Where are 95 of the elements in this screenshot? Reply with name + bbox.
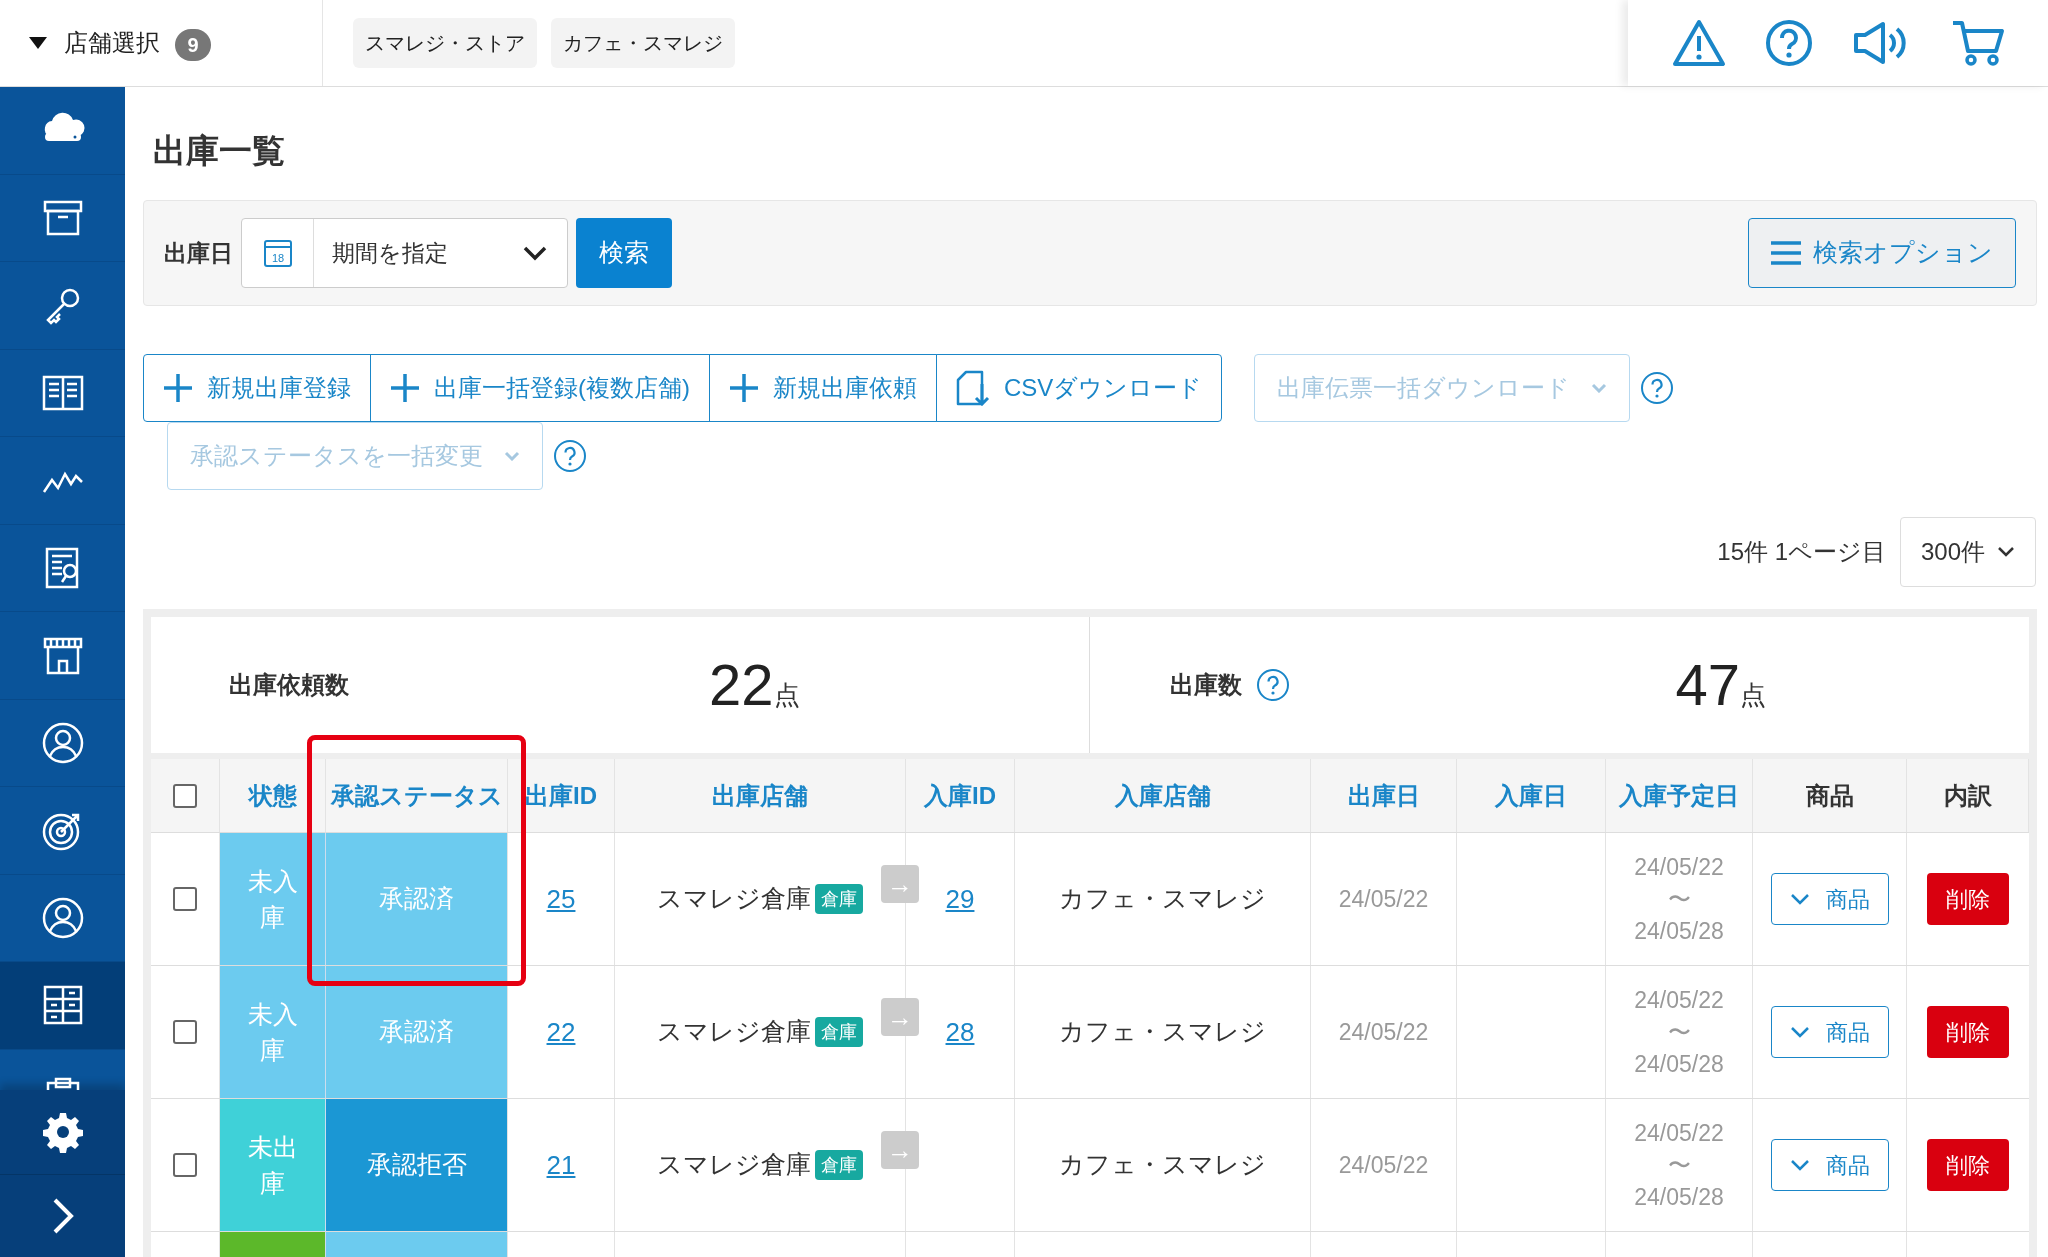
- products-toggle-button[interactable]: 商品: [1770, 1006, 1889, 1058]
- store-name: スマレジ倉庫: [657, 1016, 811, 1048]
- per-page-select[interactable]: 300件: [1900, 517, 2036, 587]
- delete-button[interactable]: 削除: [1927, 873, 2009, 925]
- store-chip[interactable]: カフェ・スマレジ: [551, 18, 735, 68]
- status-cell: 未出庫: [220, 1099, 326, 1231]
- date-text: 24/05/22: [1634, 1119, 1724, 1148]
- help-icon[interactable]: [553, 439, 587, 473]
- column-header[interactable]: 出庫店舗: [712, 777, 808, 814]
- warehouse-tag: 倉庫: [815, 1017, 863, 1047]
- page-summary: 15件 1ページ目: [1717, 537, 1886, 567]
- approval-cell: 承認拒否: [326, 1099, 508, 1231]
- chevron-down-icon: [504, 451, 520, 461]
- date-text: 24/05/28: [1634, 1183, 1724, 1212]
- help-icon[interactable]: [1764, 19, 1813, 67]
- column-header[interactable]: 入庫ID: [924, 777, 996, 814]
- search-button[interactable]: 検索: [576, 218, 672, 288]
- approval-cell: 承認済: [326, 833, 508, 965]
- plus-icon: [729, 373, 759, 403]
- warehouse-tag: 倉庫: [815, 884, 863, 914]
- column-header[interactable]: 入庫日: [1495, 777, 1567, 814]
- plus-icon: [163, 373, 193, 403]
- range-separator: 〜: [1667, 885, 1691, 914]
- chevron-down-icon: [523, 245, 547, 261]
- calendar-icon: 18: [262, 238, 293, 268]
- column-header: 商品: [1805, 780, 1854, 811]
- menu-icon: [1771, 240, 1801, 266]
- warehouse-tag: 倉庫: [815, 1150, 863, 1180]
- sidebar-item[interactable]: [0, 962, 125, 1050]
- column-header[interactable]: 承認ステータス: [330, 777, 503, 814]
- status-cell: 未入庫: [220, 966, 326, 1098]
- checkbox[interactable]: [173, 1020, 197, 1044]
- summary-label: 出庫依頼数: [229, 670, 349, 700]
- action-button[interactable]: 新規出庫依頼: [709, 354, 937, 422]
- settings-icon[interactable]: [41, 1111, 84, 1153]
- id-link[interactable]: 28: [945, 1012, 975, 1052]
- approval-cell: 承認済: [326, 966, 508, 1098]
- search-options-button[interactable]: 検索オプション: [1748, 218, 2016, 288]
- field-label: 出庫日: [164, 238, 233, 268]
- caret-down-icon: [28, 36, 48, 50]
- column-header: 内訳: [1943, 780, 1992, 811]
- range-separator: 〜: [1667, 1151, 1691, 1180]
- products-toggle-button[interactable]: 商品: [1770, 1139, 1889, 1191]
- column-header[interactable]: 状態: [248, 777, 297, 814]
- action-button[interactable]: 新規出庫登録: [143, 354, 371, 422]
- action-button[interactable]: CSVダウンロード: [936, 354, 1223, 422]
- date-text: 24/05/22: [1338, 1017, 1429, 1047]
- help-icon[interactable]: [1640, 371, 1675, 405]
- plus-icon: [390, 373, 420, 403]
- date-text: 24/05/28: [1634, 917, 1724, 946]
- checkbox[interactable]: [173, 783, 197, 808]
- store-name: カフェ・スマレジ: [1059, 1016, 1266, 1048]
- status-cell: 未入庫: [220, 833, 326, 965]
- column-header[interactable]: 入庫予定日: [1619, 777, 1739, 814]
- chevron-down-icon: [1591, 383, 1608, 393]
- products-toggle-button[interactable]: 商品: [1770, 873, 1889, 925]
- date-text: 24/05/22: [1634, 853, 1724, 882]
- column-header[interactable]: 入庫店舗: [1114, 777, 1211, 814]
- unit-label: 点: [773, 678, 800, 712]
- id-link[interactable]: 21: [546, 1145, 576, 1185]
- column-header[interactable]: 出庫日: [1347, 777, 1420, 814]
- store-name: カフェ・スマレジ: [1059, 883, 1266, 915]
- chevron-down-icon: [1789, 893, 1810, 905]
- date-text: 24/05/22: [1338, 884, 1429, 914]
- page-title: 出庫一覧: [153, 134, 286, 167]
- store-name: カフェ・スマレジ: [1059, 1149, 1266, 1181]
- id-link[interactable]: 22: [546, 1012, 576, 1052]
- chevron-down-icon: [1997, 546, 2015, 558]
- range-separator: 〜: [1667, 1018, 1691, 1047]
- summary-value: 47: [1675, 656, 1740, 714]
- help-icon[interactable]: [1255, 668, 1290, 702]
- summary-label: 出庫数: [1169, 670, 1242, 700]
- file-download-icon: [956, 370, 990, 406]
- checkbox[interactable]: [173, 1153, 197, 1177]
- chevron-down-icon: [1789, 1159, 1810, 1171]
- period-select[interactable]: 18 期間を指定: [241, 218, 568, 288]
- date-text: 24/05/28: [1634, 1050, 1724, 1079]
- count-badge: 9: [175, 29, 211, 61]
- delete-button[interactable]: 削除: [1927, 1139, 2009, 1191]
- cart-icon[interactable]: [1950, 19, 2005, 67]
- summary-value: 22: [709, 656, 774, 714]
- store-chip[interactable]: スマレジ・ストア: [353, 18, 537, 68]
- unit-label: 点: [1740, 678, 1766, 712]
- warning-icon[interactable]: [1671, 19, 1726, 67]
- column-header[interactable]: 出庫ID: [525, 777, 597, 814]
- date-text: 24/05/22: [1634, 986, 1724, 1015]
- id-link[interactable]: 29: [945, 879, 975, 919]
- date-text: 24/05/22: [1338, 1150, 1429, 1180]
- store-name: スマレジ倉庫: [657, 883, 811, 915]
- delete-button[interactable]: 削除: [1927, 1006, 2009, 1058]
- chevron-down-icon: [1789, 1026, 1810, 1038]
- store-name: スマレジ倉庫: [657, 1149, 811, 1181]
- id-link[interactable]: 25: [546, 879, 576, 919]
- checkbox[interactable]: [173, 887, 197, 911]
- action-button[interactable]: 出庫一括登録(複数店舗): [370, 354, 710, 422]
